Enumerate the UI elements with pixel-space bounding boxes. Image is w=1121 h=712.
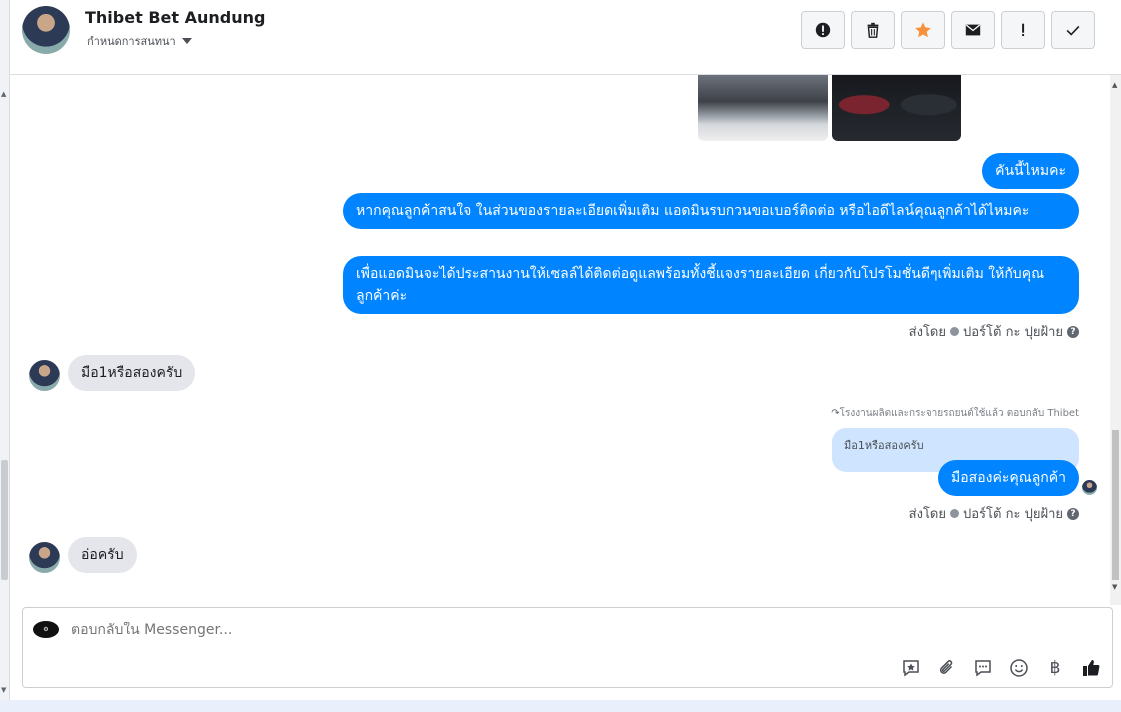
car-engine-photo[interactable] bbox=[698, 75, 828, 141]
scroll-up-icon[interactable]: ▲ bbox=[1, 90, 6, 98]
page-logo-icon: ⚙ bbox=[33, 621, 59, 638]
sent-by-label: ส่งโดย ปอร์โต้ กะ ปุยฝ้าย ? bbox=[909, 321, 1079, 342]
mark-unread-button[interactable] bbox=[951, 11, 995, 49]
contact-name[interactable]: Thibet Bet Aundung bbox=[85, 8, 265, 27]
sent-by-prefix: ส่งโดย bbox=[908, 325, 946, 340]
caret-down-icon bbox=[181, 38, 192, 44]
left-scrollbar[interactable]: ▲ ▼ bbox=[0, 0, 10, 712]
conversation-settings[interactable]: กำหนดการสนทนา bbox=[87, 32, 192, 50]
sent-by-agent[interactable]: ปอร์โต้ กะ ปุยฝ้าย bbox=[963, 503, 1063, 524]
verified-icon bbox=[950, 509, 959, 518]
star-button[interactable] bbox=[901, 11, 945, 49]
trash-icon bbox=[867, 22, 879, 38]
scroll-down-icon[interactable]: ▼ bbox=[1, 686, 6, 694]
reply-arrow-icon: ↷ bbox=[831, 408, 840, 419]
sent-by-agent[interactable]: ปอร์โต้ กะ ปุยฝ้าย bbox=[963, 321, 1063, 342]
sent-by-prefix: ส่งโดย bbox=[908, 507, 946, 522]
envelope-icon bbox=[965, 24, 981, 36]
outgoing-message[interactable]: มือสองค่ะคุณลูกค้า bbox=[938, 460, 1079, 496]
verified-icon bbox=[950, 327, 959, 336]
scroll-up-icon[interactable]: ▲ bbox=[1112, 81, 1117, 89]
message-thread: คันนี้ไหมคะ หากคุณลูกค้าสนใจ ในส่วนของรา… bbox=[10, 75, 1110, 605]
avatar[interactable] bbox=[29, 360, 60, 391]
scroll-down-icon[interactable]: ▼ bbox=[1112, 583, 1117, 591]
checkmark-icon bbox=[1066, 25, 1080, 36]
reply-context-label: โรงงานผลิตและกระจายรถยนต์ใช้แล้ว ตอบกลับ… bbox=[839, 408, 1079, 419]
done-button[interactable] bbox=[1051, 11, 1095, 49]
incoming-message[interactable]: มือ1หรือสองครับ bbox=[68, 355, 196, 391]
composer-tools: ฿ bbox=[900, 657, 1102, 679]
report-button[interactable] bbox=[801, 11, 845, 49]
thread-scrollbar[interactable]: ▲ ▼ bbox=[1110, 75, 1121, 605]
car-dashboard-photo[interactable] bbox=[832, 75, 961, 141]
scrollbar-thumb[interactable] bbox=[1112, 430, 1119, 580]
star-icon bbox=[915, 22, 931, 38]
outgoing-message[interactable]: คันนี้ไหมคะ bbox=[982, 153, 1079, 189]
reply-input[interactable] bbox=[71, 622, 971, 638]
saved-reply-icon[interactable] bbox=[900, 657, 922, 679]
sent-by-label: ส่งโดย ปอร์โต้ กะ ปุยฝ้าย ? bbox=[909, 503, 1079, 524]
scrollbar-thumb[interactable] bbox=[1, 460, 8, 580]
seen-avatar bbox=[1082, 480, 1097, 495]
avatar[interactable] bbox=[29, 542, 60, 573]
help-icon[interactable]: ? bbox=[1067, 507, 1079, 520]
emoji-icon[interactable] bbox=[1008, 657, 1030, 679]
outgoing-message[interactable]: หากคุณลูกค้าสนใจ ในส่วนของรายละเอียดเพิ่… bbox=[343, 193, 1079, 229]
delete-button[interactable] bbox=[851, 11, 895, 49]
baht-icon[interactable]: ฿ bbox=[1044, 657, 1066, 679]
conversation-header: Thibet Bet Aundung กำหนดการสนทนา bbox=[10, 0, 1121, 75]
avatar[interactable] bbox=[22, 6, 70, 54]
attachment-icon[interactable] bbox=[936, 657, 958, 679]
bottom-bar bbox=[0, 700, 1121, 712]
outgoing-message[interactable]: เพื่อแอดมินจะได้ประสานงานให้เซลล์ได้ติดต… bbox=[343, 256, 1079, 314]
follow-up-button[interactable] bbox=[1001, 11, 1045, 49]
incoming-message[interactable]: อ่อครับ bbox=[68, 537, 137, 573]
alert-circle-icon bbox=[815, 22, 831, 38]
help-icon[interactable]: ? bbox=[1067, 325, 1079, 338]
conversation-settings-label: กำหนดการสนทนา bbox=[87, 35, 176, 48]
thumbs-up-icon[interactable] bbox=[1080, 657, 1102, 679]
reply-context: ↷โรงงานผลิตและกระจายรถยนต์ใช้แล้ว ตอบกลั… bbox=[831, 406, 1079, 421]
reply-composer: ⚙ ฿ bbox=[22, 607, 1113, 688]
exclamation-icon bbox=[1022, 23, 1025, 37]
action-toolbar bbox=[801, 11, 1095, 49]
chat-bubble-icon[interactable] bbox=[972, 657, 994, 679]
